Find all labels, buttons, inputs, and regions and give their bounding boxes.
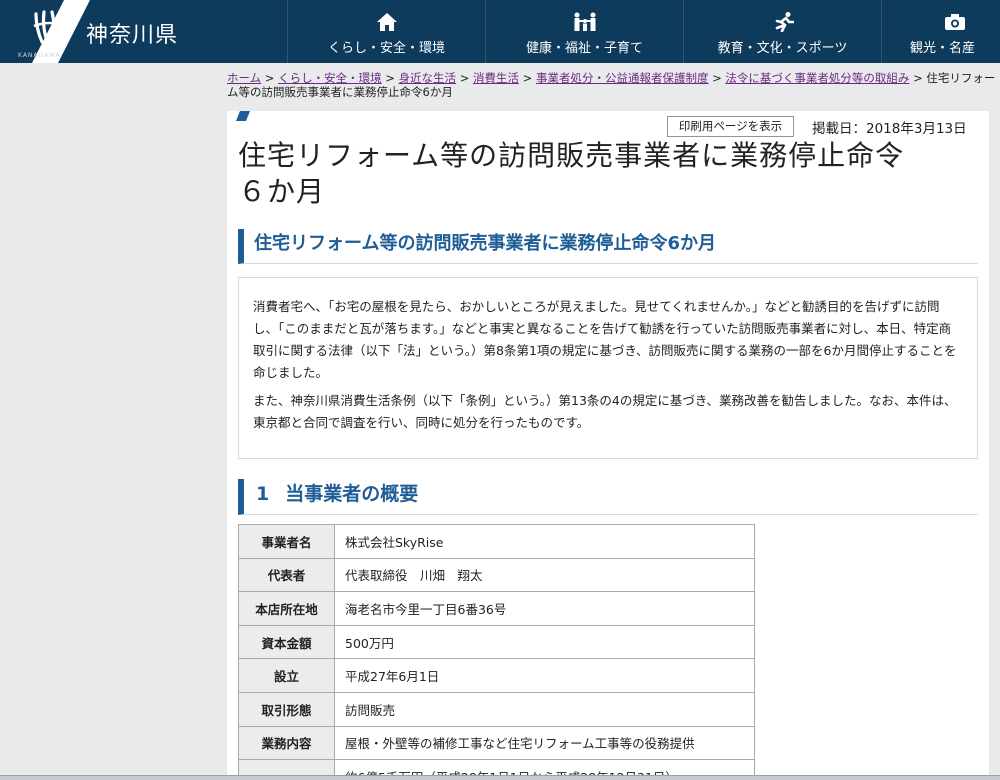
page-title: 住宅リフォーム等の訪問販売事業者に業務停止命令 ６か月 bbox=[238, 138, 978, 210]
corner-accent bbox=[236, 111, 250, 121]
nav-item-label: 教育・文化・スポーツ bbox=[717, 41, 848, 56]
breadcrumb-link-daily-life[interactable]: 身近な生活 bbox=[399, 71, 457, 85]
heading-business-overview: 1 当事業者の概要 bbox=[238, 479, 978, 515]
section-title: 住宅リフォーム等の訪問販売事業者に業務停止命令6か月 bbox=[238, 229, 978, 264]
breadcrumb-separator: > bbox=[456, 71, 474, 85]
announcement-paragraph-2: また、神奈川県消費生活条例（以下「条例」という。）第13条の4の規定に基づき、業… bbox=[253, 393, 957, 430]
site-header: 神奈川県 KANAGAWA くらし・安全・環境 健康・福祉・子育て 教育・文化・… bbox=[0, 0, 1000, 63]
breadcrumb: ホーム > くらし・安全・環境 > 身近な生活 > 消費生活 > 事業者処分・公… bbox=[227, 71, 1000, 99]
table-row: 代表者 代表取締役 川畑 翔太 bbox=[238, 557, 755, 593]
row-value: 平成27年6月1日 bbox=[334, 658, 755, 693]
main-content: 印刷用ページを表示 掲載日：2018年3月13日 住宅リフォーム等の訪問販売事業… bbox=[227, 111, 989, 780]
row-value: 海老名市今里一丁目6番36号 bbox=[334, 591, 755, 626]
nav-item-tourism[interactable]: 観光・名産 bbox=[881, 0, 999, 63]
print-page-button[interactable]: 印刷用ページを表示 bbox=[667, 116, 794, 137]
breadcrumb-link-dispositions[interactable]: 事業者処分・公益通報者保護制度 bbox=[536, 71, 709, 85]
row-label: 本店所在地 bbox=[238, 591, 335, 626]
house-icon bbox=[376, 13, 397, 31]
row-label: 業務内容 bbox=[238, 725, 335, 761]
announcement-paragraph-1: 消費者宅へ、「お宅の屋根を見たら、おかしいところが見えました。見せてくれませんか… bbox=[253, 299, 957, 380]
logo-subtitle: KANAGAWA bbox=[18, 52, 61, 59]
breadcrumb-separator: > bbox=[708, 71, 726, 85]
breadcrumb-link-living[interactable]: くらし・安全・環境 bbox=[278, 71, 382, 85]
row-label: 設立 bbox=[238, 658, 335, 693]
nav-item-label: 観光・名産 bbox=[910, 41, 976, 56]
breadcrumb-link-legal-actions[interactable]: 法令に基づく事業者処分等の取組み bbox=[725, 71, 909, 85]
table-row: 設立 平成27年6月1日 bbox=[238, 658, 755, 693]
taskbar-strip bbox=[0, 775, 1000, 780]
breadcrumb-separator: > bbox=[381, 71, 399, 85]
page-title-line1: 住宅リフォーム等の訪問販売事業者に業務停止命令 bbox=[238, 139, 905, 172]
table-row: 業務内容 屋根・外壁等の補修工事など住宅リフォーム工事等の役務提供 bbox=[238, 725, 755, 761]
row-value: 屋根・外壁等の補修工事など住宅リフォーム工事等の役務提供 bbox=[334, 725, 755, 761]
site-name: 神奈川県 bbox=[86, 23, 179, 48]
page-title-line2: ６か月 bbox=[238, 175, 326, 208]
row-value: 訪問販売 bbox=[334, 691, 755, 727]
site-logo[interactable]: 神奈川県 KANAGAWA bbox=[0, 0, 205, 63]
table-row: 本店所在地 海老名市今里一丁目6番36号 bbox=[238, 591, 755, 626]
family-icon bbox=[574, 12, 595, 31]
table-row: 取引形態 訪問販売 bbox=[238, 691, 755, 727]
row-label: 資本金額 bbox=[238, 624, 335, 660]
heading-text: 当事業者の概要 bbox=[285, 483, 419, 505]
nav-item-label: くらし・安全・環境 bbox=[327, 41, 445, 56]
camera-icon bbox=[945, 14, 965, 30]
row-label: 取引形態 bbox=[238, 691, 335, 727]
row-label: 代表者 bbox=[238, 557, 335, 593]
global-nav: くらし・安全・環境 健康・福祉・子育て 教育・文化・スポーツ 観光・名産 bbox=[287, 0, 999, 63]
table-row: 資本金額 500万円 bbox=[238, 624, 755, 660]
row-value: 500万円 bbox=[334, 624, 755, 660]
row-value: 株式会社SkyRise bbox=[334, 524, 755, 559]
announcement-box: 消費者宅へ、「お宅の屋根を見たら、おかしいところが見えました。見せてくれませんか… bbox=[238, 277, 978, 459]
breadcrumb-link-consumer[interactable]: 消費生活 bbox=[473, 71, 519, 85]
runner-icon bbox=[775, 12, 794, 32]
nav-item-living[interactable]: くらし・安全・環境 bbox=[287, 0, 485, 63]
published-date: 掲載日：2018年3月13日 bbox=[812, 121, 967, 137]
nav-item-health[interactable]: 健康・福祉・子育て bbox=[485, 0, 683, 63]
nav-item-education[interactable]: 教育・文化・スポーツ bbox=[683, 0, 881, 63]
business-info-table: 事業者名 株式会社SkyRise 代表者 代表取締役 川畑 翔太 本店所在地 海老名市… bbox=[238, 524, 755, 780]
row-value: 代表取締役 川畑 翔太 bbox=[334, 557, 755, 593]
breadcrumb-separator: > bbox=[519, 71, 536, 85]
breadcrumb-separator: > bbox=[909, 71, 927, 85]
row-label: 事業者名 bbox=[238, 524, 335, 559]
nav-item-label: 健康・福祉・子育て bbox=[525, 41, 643, 56]
breadcrumb-link-home[interactable]: ホーム bbox=[227, 71, 261, 85]
breadcrumb-separator: > bbox=[261, 71, 279, 85]
heading-number: 1 bbox=[256, 483, 270, 505]
table-row: 事業者名 株式会社SkyRise bbox=[238, 524, 755, 559]
